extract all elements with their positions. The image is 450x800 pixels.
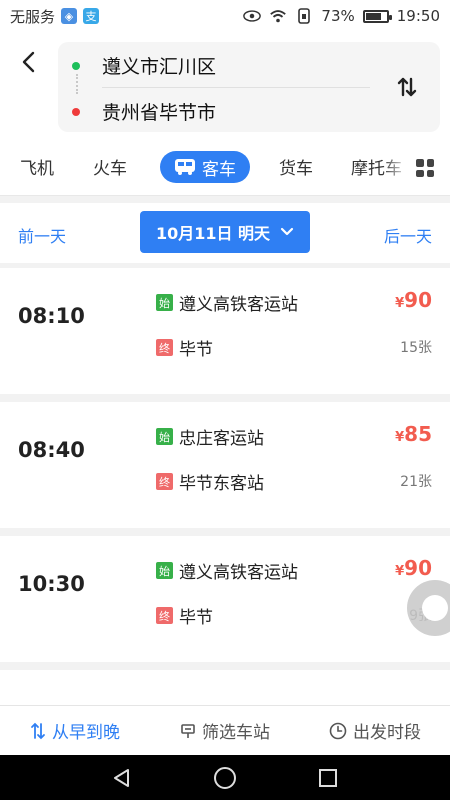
filter-station-button[interactable]: 筛选车站 xyxy=(150,718,300,743)
route-header: 遵义市汇川区 贵州省毕节市 xyxy=(0,32,450,140)
system-nav-bar xyxy=(0,755,450,800)
departure-city-row[interactable]: 遵义市汇川区 xyxy=(72,52,216,79)
departure-time: 08:10 xyxy=(18,304,85,328)
selected-date: 10月11日 明天 xyxy=(155,224,271,243)
bottom-filter-bar: 从早到晚 筛选车站 出发时段 xyxy=(0,705,450,755)
clock-icon xyxy=(329,722,347,739)
swap-route-button[interactable] xyxy=(392,72,422,102)
seats-remaining: 15张 xyxy=(400,340,432,356)
eye-icon xyxy=(243,8,262,24)
tab-bus-label: 客车 xyxy=(202,159,236,180)
back-arrow-icon xyxy=(22,51,35,73)
departure-period-button[interactable]: 出发时段 xyxy=(300,718,450,743)
trip-card-partial[interactable] xyxy=(0,670,450,710)
departure-city: 遵义市汇川区 xyxy=(102,56,217,78)
swap-icon xyxy=(397,77,417,97)
ticket-price: ¥85 xyxy=(395,422,432,446)
tabs-fade xyxy=(382,140,410,195)
start-tag: 始 xyxy=(156,562,173,579)
departure-time: 10:30 xyxy=(18,572,85,596)
price-value: 90 xyxy=(404,556,432,580)
sort-label: 从早到晚 xyxy=(52,723,120,743)
bus-icon xyxy=(175,159,195,175)
next-day-button[interactable]: 后一天 xyxy=(384,223,432,247)
price-value: 85 xyxy=(404,422,432,446)
departure-station-name: 忠庄客运站 xyxy=(179,429,264,449)
prev-day-button[interactable]: 前一天 xyxy=(18,223,66,247)
nav-recents-button[interactable] xyxy=(316,766,340,790)
shield-icon: ◈ xyxy=(61,8,78,24)
circle-home-icon xyxy=(213,766,236,789)
trip-card[interactable]: 10:30 始 遵义高铁客运站 终 毕节 ¥90 9张 xyxy=(0,536,450,662)
route-box: 遵义市汇川区 贵州省毕节市 xyxy=(58,42,440,132)
carrier-text: 无服务 xyxy=(10,7,56,26)
ticket-price: ¥90 xyxy=(395,556,432,580)
currency-symbol: ¥ xyxy=(395,430,405,445)
departure-dot-icon xyxy=(72,61,80,70)
departure-station: 始 遵义高铁客运站 xyxy=(156,558,298,583)
back-button[interactable] xyxy=(14,48,42,76)
currency-symbol: ¥ xyxy=(395,296,405,311)
sort-icon xyxy=(31,722,45,739)
departure-period-label: 出发时段 xyxy=(353,723,421,743)
departure-station-name: 遵义高铁客运站 xyxy=(179,295,298,315)
filter-station-label: 筛选车站 xyxy=(202,723,270,743)
tab-truck[interactable]: 货车 xyxy=(279,154,313,179)
seats-remaining: 21张 xyxy=(400,474,432,490)
status-bar: 无服务 ◈ 支 73% 19:50 xyxy=(0,0,450,32)
nav-home-button[interactable] xyxy=(213,766,237,790)
end-tag: 终 xyxy=(156,339,173,356)
arrival-city: 贵州省毕节市 xyxy=(102,102,217,124)
price-value: 90 xyxy=(404,288,432,312)
date-bar: 前一天 10月11日 明天 后一天 xyxy=(0,203,450,263)
arrival-station: 终 毕节 xyxy=(156,335,213,360)
end-tag: 终 xyxy=(156,473,173,490)
chevron-down-icon xyxy=(280,227,294,236)
square-recents-icon xyxy=(319,768,338,787)
route-connector xyxy=(76,74,78,94)
trip-card[interactable]: 08:40 始 忠庄客运站 终 毕节东客站 ¥85 21张 xyxy=(0,402,450,528)
arrival-dot-icon xyxy=(72,107,80,116)
wifi-icon xyxy=(269,8,287,24)
sort-early-to-late-button[interactable]: 从早到晚 xyxy=(0,718,150,743)
departure-station: 始 忠庄客运站 xyxy=(156,424,264,449)
triangle-back-icon xyxy=(113,768,129,787)
arrival-station: 终 毕节 xyxy=(156,603,213,628)
ticket-price: ¥90 xyxy=(395,288,432,312)
departure-station-name: 遵义高铁客运站 xyxy=(179,563,298,583)
trip-card[interactable]: 08:10 始 遵义高铁客运站 终 毕节 ¥90 15张 xyxy=(0,268,450,394)
battery-icon xyxy=(362,9,392,23)
start-tag: 始 xyxy=(156,294,173,311)
battery-percent: 73% xyxy=(321,7,355,25)
arrival-station-name: 毕节东客站 xyxy=(179,474,264,494)
end-tag: 终 xyxy=(156,607,173,624)
tab-train[interactable]: 火车 xyxy=(93,154,127,179)
route-divider xyxy=(102,87,370,88)
arrival-station-name: 毕节 xyxy=(179,608,213,628)
arrival-city-row[interactable]: 贵州省毕节市 xyxy=(72,98,216,125)
alipay-icon: 支 xyxy=(83,8,100,24)
grid-menu-icon[interactable] xyxy=(416,159,434,177)
tab-plane[interactable]: 飞机 xyxy=(20,154,54,179)
nav-back-button[interactable] xyxy=(110,766,134,790)
departure-time: 08:40 xyxy=(18,438,85,462)
currency-symbol: ¥ xyxy=(395,564,405,579)
tab-bus[interactable]: 客车 xyxy=(160,151,250,183)
departure-station: 始 遵义高铁客运站 xyxy=(156,290,298,315)
start-tag: 始 xyxy=(156,428,173,445)
sim-icon xyxy=(295,8,313,24)
date-picker-button[interactable]: 10月11日 明天 xyxy=(140,211,310,253)
arrival-station: 终 毕节东客站 xyxy=(156,469,264,494)
arrival-station-name: 毕节 xyxy=(179,340,213,360)
station-filter-icon xyxy=(181,723,195,738)
transport-tabs: 飞机 火车 客车 货车 摩托车 xyxy=(0,140,450,196)
clock: 19:50 xyxy=(396,7,440,25)
